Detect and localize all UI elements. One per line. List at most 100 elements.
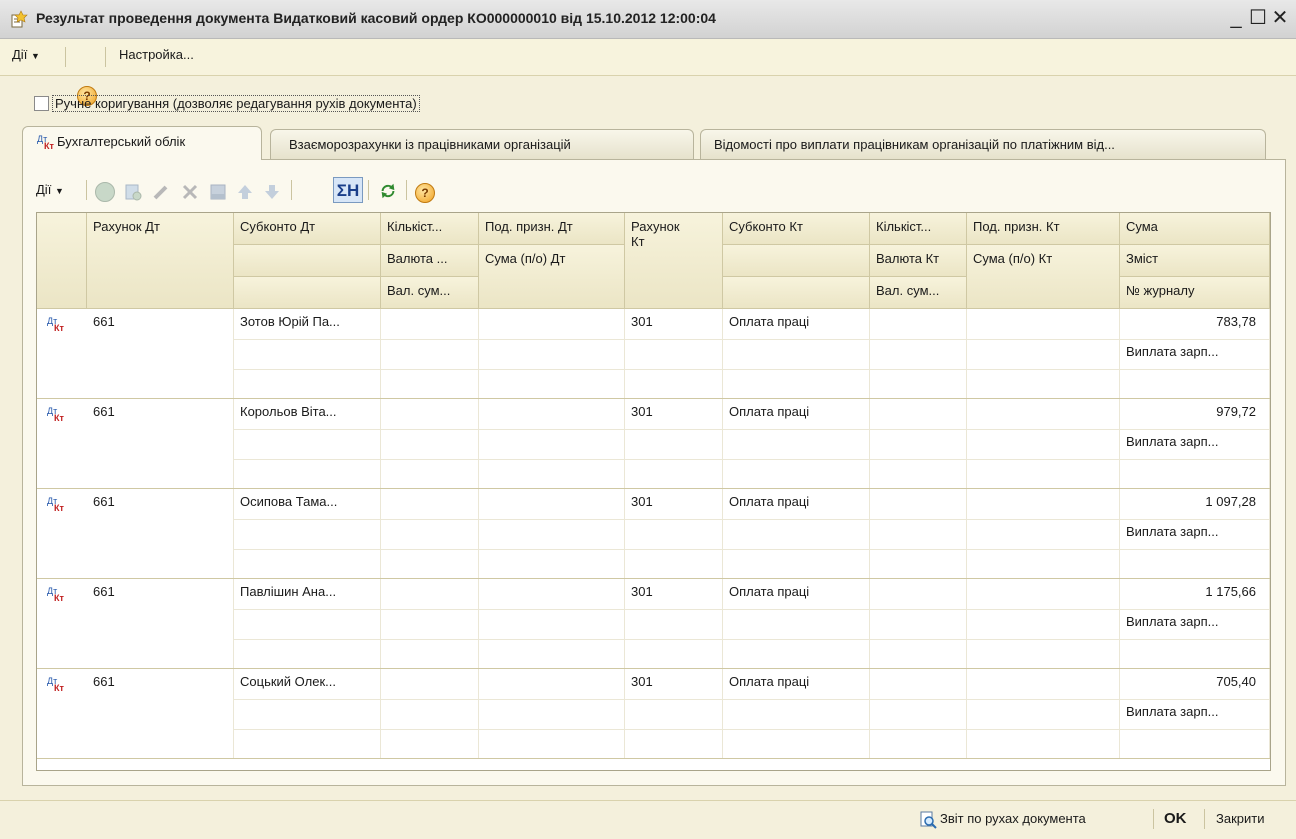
sum-cell[interactable]: 1 175,66 — [1120, 579, 1270, 609]
manual-edit-checkbox[interactable] — [34, 96, 49, 111]
account-dt-cell[interactable]: 661 — [87, 489, 234, 579]
move-up-icon[interactable] — [235, 182, 255, 202]
subconto-dt-cell[interactable]: Осипова Тама... — [234, 489, 381, 579]
header-currency-dt[interactable]: Валюта ... — [381, 245, 479, 277]
account-dt-cell[interactable]: 661 — [87, 669, 234, 759]
journal-number-cell[interactable] — [1120, 549, 1270, 579]
movements-table[interactable]: Рахунок Дт Субконто Дт Кількіст... Валют… — [36, 212, 1271, 771]
header-sum-po-kt[interactable]: Сума (п/о) Кт — [967, 245, 1120, 309]
header-tax-sign-dt[interactable]: Под. призн. Дт — [479, 213, 625, 245]
subconto-dt-cell[interactable]: Павлішин Ана... — [234, 579, 381, 669]
subconto-kt-cell[interactable]: Оплата праці — [723, 399, 870, 489]
close-dialog-button[interactable]: Закрити — [1216, 811, 1264, 826]
subconto-dt-cell[interactable]: Корольов Віта... — [234, 399, 381, 489]
journal-number-cell[interactable] — [1120, 729, 1270, 759]
sum-cell[interactable]: 1 097,28 — [1120, 489, 1270, 519]
delete-icon[interactable] — [180, 182, 200, 202]
header-currency-kt[interactable]: Валюта Кт — [870, 245, 967, 277]
quantity-kt-cell[interactable] — [870, 489, 967, 579]
refresh-icon[interactable] — [377, 181, 399, 201]
journal-number-cell[interactable] — [1120, 639, 1270, 669]
content-cell[interactable]: Виплата зарп... — [1120, 699, 1270, 729]
subconto-kt-cell[interactable]: Оплата праці — [723, 489, 870, 579]
csv-icon[interactable] — [208, 182, 228, 202]
quantity-dt-cell[interactable] — [381, 309, 479, 399]
sum-cell[interactable]: 705,40 — [1120, 669, 1270, 699]
header-account-kt[interactable]: Рахунок Кт — [625, 213, 723, 309]
header-journal-number[interactable]: № журналу — [1120, 277, 1270, 309]
tax-sign-kt-cell[interactable] — [967, 489, 1120, 579]
move-down-icon[interactable] — [262, 182, 282, 202]
tax-sign-dt-cell[interactable] — [479, 669, 625, 759]
copy-icon[interactable] — [123, 182, 143, 202]
account-kt-cell[interactable]: 301 — [625, 489, 723, 579]
journal-number-cell[interactable] — [1120, 369, 1270, 399]
subconto-dt-cell[interactable]: Соцький Олек... — [234, 669, 381, 759]
header-tax-sign-kt[interactable]: Под. призн. Кт — [967, 213, 1120, 245]
header-content[interactable]: Зміст — [1120, 245, 1270, 277]
header-subconto-dt[interactable]: Субконто Дт — [234, 213, 381, 245]
quantity-dt-cell[interactable] — [381, 579, 479, 669]
tax-sign-kt-cell[interactable] — [967, 669, 1120, 759]
tab-employee-settlements[interactable]: Взаєморозрахунки із працівниками організ… — [270, 129, 694, 159]
settings-menu[interactable]: Настройка... — [119, 47, 194, 62]
maximize-button[interactable]: ☐ — [1246, 6, 1270, 30]
journal-number-cell[interactable] — [1120, 459, 1270, 489]
subconto-kt-cell[interactable]: Оплата праці — [723, 669, 870, 759]
quantity-kt-cell[interactable] — [870, 579, 967, 669]
account-dt-cell[interactable]: 661 — [87, 399, 234, 489]
tax-sign-dt-cell[interactable] — [479, 309, 625, 399]
tax-sign-dt-cell[interactable] — [479, 579, 625, 669]
header-currency-sum-kt[interactable]: Вал. сум... — [870, 277, 967, 309]
account-kt-cell[interactable]: 301 — [625, 669, 723, 759]
content-cell[interactable]: Виплата зарп... — [1120, 609, 1270, 639]
tax-sign-dt-cell[interactable] — [479, 399, 625, 489]
manual-edit-label[interactable]: Ручне коригування (дозволяє редагування … — [52, 95, 420, 112]
subconto-kt-cell[interactable]: Оплата праці — [723, 579, 870, 669]
table-row[interactable]: Дт Кт 661 Корольов Віта... 301 Оплата праці 97… — [37, 399, 1270, 489]
add-icon[interactable] — [95, 182, 115, 202]
minimize-button[interactable]: _ — [1224, 6, 1248, 30]
quantity-kt-cell[interactable] — [870, 399, 967, 489]
table-row[interactable]: Дт Кт 661 Павлішин Ана... 301 Оплата праці 1 1… — [37, 579, 1270, 669]
quantity-dt-cell[interactable] — [381, 489, 479, 579]
table-row[interactable]: Дт Кт 661 Осипова Тама... 301 Оплата праці 1 0… — [37, 489, 1270, 579]
quantity-kt-cell[interactable] — [870, 669, 967, 759]
tax-sign-dt-cell[interactable] — [479, 489, 625, 579]
table-actions-menu[interactable]: Дії ▼ — [36, 182, 64, 202]
account-dt-cell[interactable]: 661 — [87, 309, 234, 399]
table-row[interactable]: Дт Кт 661 Зотов Юрій Па... 301 Оплата праці 78… — [37, 309, 1270, 399]
actions-menu[interactable]: Дії ▼ — [12, 47, 40, 62]
help-icon[interactable]: ? — [415, 183, 435, 203]
content-cell[interactable]: Виплата зарп... — [1120, 339, 1270, 369]
movements-report-button[interactable]: Звіт по рухах документа — [940, 811, 1086, 826]
quantity-dt-cell[interactable] — [381, 669, 479, 759]
header-subconto-kt[interactable]: Субконто Кт — [723, 213, 870, 245]
header-quantity-dt[interactable]: Кількіст... — [381, 213, 479, 245]
header-currency-sum-dt[interactable]: Вал. сум... — [381, 277, 479, 309]
subconto-kt-cell[interactable]: Оплата праці — [723, 309, 870, 399]
content-cell[interactable]: Виплата зарп... — [1120, 519, 1270, 549]
header-sum[interactable]: Сума — [1120, 213, 1270, 245]
sum-cell[interactable]: 783,78 — [1120, 309, 1270, 339]
edit-icon[interactable] — [151, 182, 171, 202]
account-kt-cell[interactable]: 301 — [625, 579, 723, 669]
subconto-dt-cell[interactable]: Зотов Юрій Па... — [234, 309, 381, 399]
content-cell[interactable]: Виплата зарп... — [1120, 429, 1270, 459]
sum-cell[interactable]: 979,72 — [1120, 399, 1270, 429]
tax-sign-kt-cell[interactable] — [967, 399, 1120, 489]
account-kt-cell[interactable]: 301 — [625, 309, 723, 399]
table-row[interactable]: Дт Кт 661 Соцький Олек... 301 Оплата праці 705… — [37, 669, 1270, 759]
header-account-dt[interactable]: Рахунок Дт — [87, 213, 234, 309]
header-quantity-kt[interactable]: Кількіст... — [870, 213, 967, 245]
tab-payment-statements[interactable]: Відомості про виплати працівникам органі… — [700, 129, 1266, 159]
quantity-kt-cell[interactable] — [870, 309, 967, 399]
tax-sign-kt-cell[interactable] — [967, 309, 1120, 399]
sum-icon[interactable]: ΣН — [333, 177, 363, 203]
tab-accounting[interactable]: Дт Кт Бухгалтерський облік — [22, 126, 262, 160]
tax-sign-kt-cell[interactable] — [967, 579, 1120, 669]
header-sum-po-dt[interactable]: Сума (п/о) Дт — [479, 245, 625, 309]
ok-button[interactable]: OK — [1164, 810, 1187, 827]
quantity-dt-cell[interactable] — [381, 399, 479, 489]
account-kt-cell[interactable]: 301 — [625, 399, 723, 489]
